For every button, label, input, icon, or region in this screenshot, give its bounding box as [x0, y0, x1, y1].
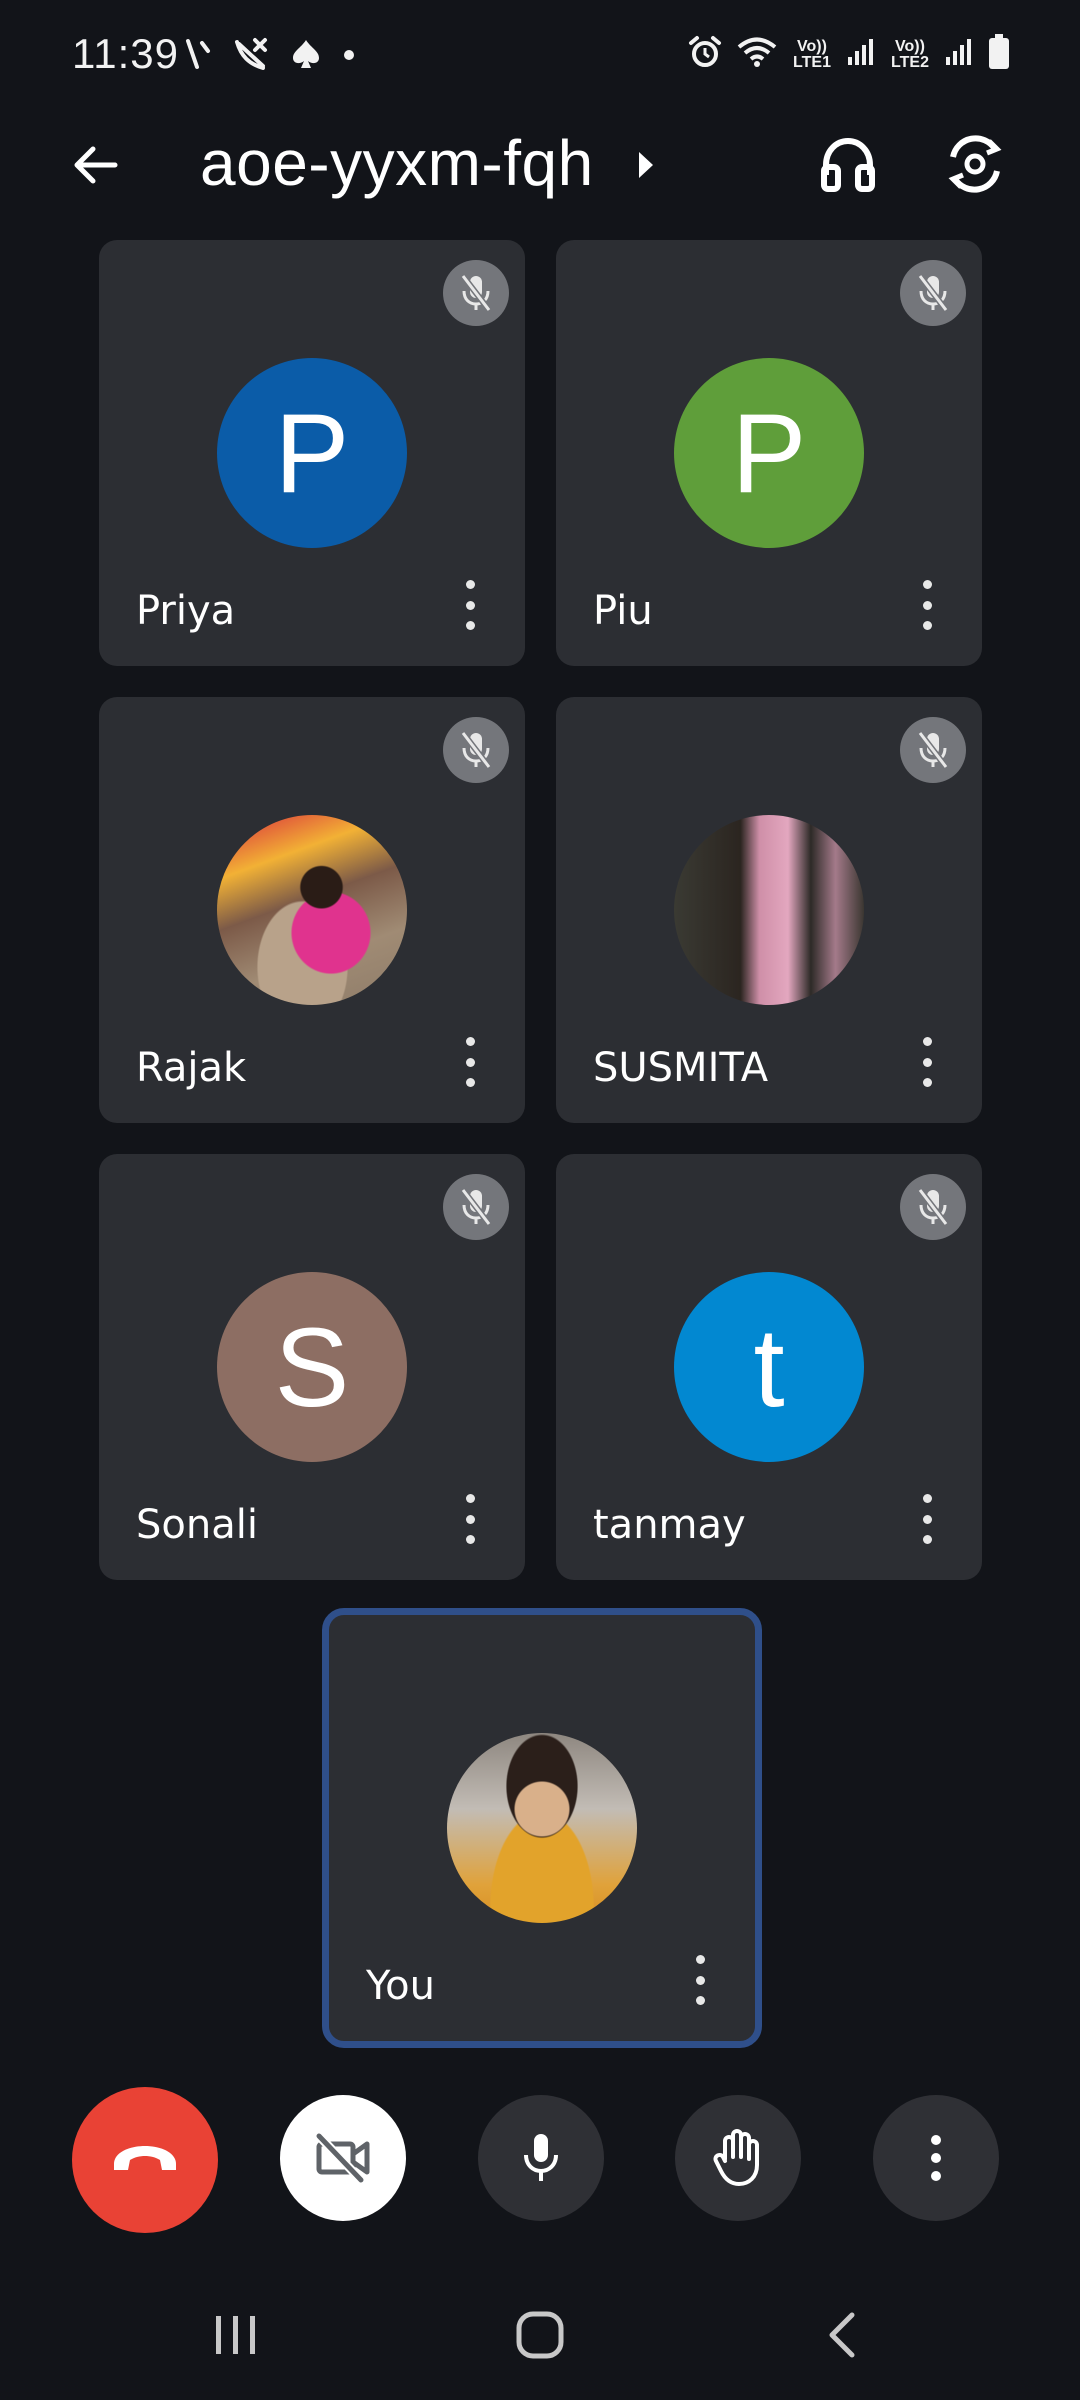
home-icon — [516, 2311, 564, 2359]
meet-call-screen: 11:39 Vo)) LTE1 Vo)) LTE2 aoe-yyxm-fqh P… — [0, 0, 1080, 2400]
muted-mic-icon — [900, 1174, 966, 1240]
raise-hand-button[interactable] — [675, 2095, 801, 2221]
wifi-icon — [736, 35, 778, 74]
more-options-icon[interactable] — [455, 1494, 485, 1544]
participant-tile[interactable]: t tanmay — [556, 1154, 982, 1580]
avatar-photo — [447, 1733, 637, 1923]
more-options-icon[interactable] — [912, 1494, 942, 1544]
avatar: P — [217, 358, 407, 548]
muted-mic-icon — [443, 1174, 509, 1240]
avatar-photo — [217, 815, 407, 1005]
participant-tile[interactable]: SUSMITA — [556, 697, 982, 1123]
end-call-button[interactable] — [72, 2087, 218, 2233]
more-options-icon[interactable] — [455, 580, 485, 630]
avatar: P — [674, 358, 864, 548]
participant-name: Sonali — [136, 1502, 258, 1548]
back-arrow-icon — [74, 146, 118, 184]
more-options-icon[interactable] — [455, 1037, 485, 1087]
system-nav-bar — [0, 2270, 1080, 2400]
call-controls — [0, 2080, 1080, 2233]
self-name: You — [366, 1963, 435, 2009]
back-icon — [829, 2312, 855, 2358]
back-button[interactable] — [60, 130, 130, 200]
muted-mic-icon — [900, 717, 966, 783]
participant-name: SUSMITA — [593, 1045, 769, 1091]
system-status-icons: Vo)) LTE1 Vo)) LTE2 — [688, 34, 1010, 75]
switch-camera-button[interactable] — [935, 124, 1015, 204]
participant-tile[interactable]: P Piu — [556, 240, 982, 666]
signal-icon — [944, 37, 974, 72]
missed-call-icon — [185, 37, 211, 76]
sim1-label: Vo)) LTE1 — [793, 37, 831, 71]
headphones-icon — [821, 137, 875, 192]
meeting-code[interactable]: aoe-yyxm-fqh — [200, 126, 594, 200]
more-options-icon[interactable] — [685, 1955, 715, 2005]
participant-name: Priya — [136, 588, 236, 634]
participant-name: Rajak — [136, 1045, 247, 1091]
avatar: t — [674, 1272, 864, 1462]
muted-mic-icon — [443, 717, 509, 783]
nav-back-button[interactable] — [792, 2290, 892, 2380]
camera-off-icon — [315, 2132, 370, 2184]
participant-name: Piu — [593, 588, 653, 634]
muted-mic-icon — [443, 260, 509, 326]
participant-tile[interactable]: Rajak — [99, 697, 525, 1123]
more-options-icon[interactable] — [912, 580, 942, 630]
recent-apps-icon — [216, 2316, 255, 2354]
dot-icon — [343, 48, 355, 66]
meeting-header: aoe-yyxm-fqh — [0, 118, 1080, 208]
sim2-label: Vo)) LTE2 — [891, 37, 929, 71]
microphone-icon — [524, 2134, 558, 2181]
audio-output-button[interactable] — [808, 124, 888, 204]
raise-hand-icon — [713, 2129, 759, 2186]
recent-apps-button[interactable] — [186, 2290, 286, 2380]
notification-icons — [185, 36, 355, 77]
self-tile[interactable]: You — [322, 1608, 762, 2048]
spade-icon — [291, 38, 321, 75]
more-options-icon — [931, 2135, 941, 2181]
participant-name: tanmay — [593, 1502, 746, 1548]
more-options-icon[interactable] — [912, 1037, 942, 1087]
signal-icon — [846, 37, 876, 72]
participant-tile[interactable]: S Sonali — [99, 1154, 525, 1580]
alarm-icon — [688, 35, 722, 74]
end-call-icon — [114, 2146, 176, 2170]
no-calls-icon — [233, 36, 269, 77]
status-bar: 11:39 Vo)) LTE1 Vo)) LTE2 — [0, 0, 1080, 118]
participant-tile[interactable]: P Priya — [99, 240, 525, 666]
muted-mic-icon — [900, 260, 966, 326]
home-button[interactable] — [490, 2290, 590, 2380]
avatar-photo — [674, 815, 864, 1005]
status-time: 11:39 — [72, 30, 179, 77]
camera-toggle-button[interactable] — [280, 2095, 406, 2221]
battery-icon — [988, 34, 1010, 75]
switch-camera-icon — [948, 135, 1002, 193]
avatar: S — [217, 1272, 407, 1462]
microphone-button[interactable] — [478, 2095, 604, 2221]
more-options-button[interactable] — [873, 2095, 999, 2221]
caret-right-icon[interactable] — [636, 148, 656, 187]
